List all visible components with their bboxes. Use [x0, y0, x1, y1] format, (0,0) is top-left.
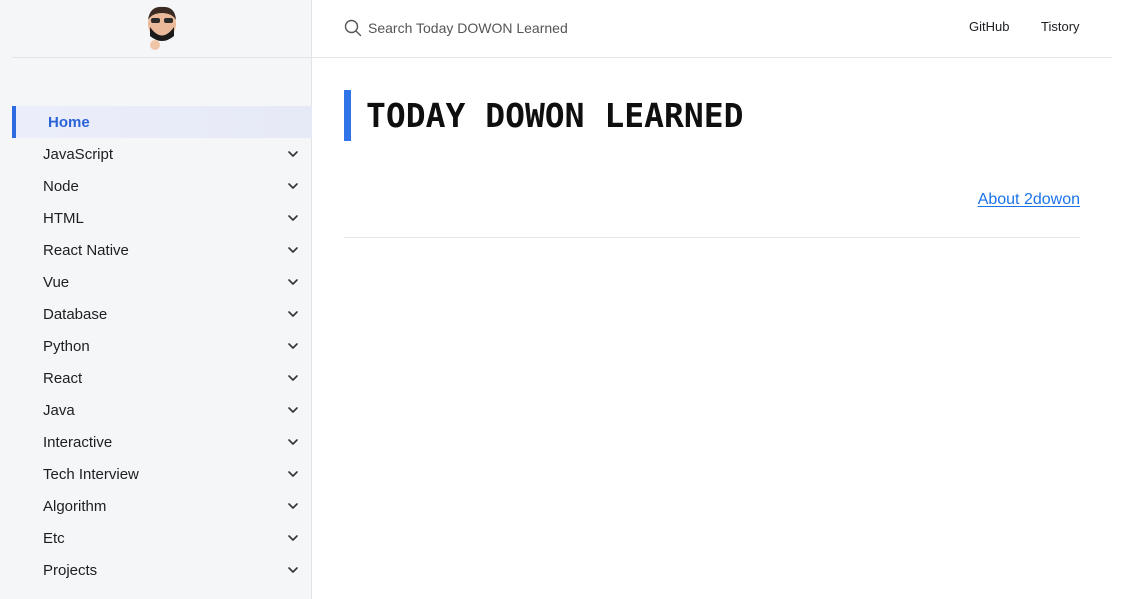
- chevron-down-icon[interactable]: [286, 563, 300, 577]
- about-link[interactable]: About 2dowon: [978, 191, 1080, 208]
- sidebar: Home JavaScript Node HTML React Native Vue Dat…: [0, 0, 312, 599]
- chevron-down-icon[interactable]: [286, 371, 300, 385]
- chevron-down-icon[interactable]: [286, 307, 300, 321]
- sidebar-item-javascript[interactable]: JavaScript: [0, 138, 312, 170]
- search-icon: [344, 19, 362, 37]
- sidebar-item-react[interactable]: React: [0, 362, 312, 394]
- chevron-down-icon[interactable]: [286, 179, 300, 193]
- chevron-down-icon[interactable]: [286, 147, 300, 161]
- main-content: TODAY DOWON LEARNED About 2dowon: [344, 58, 1080, 238]
- sidebar-item-label: Projects: [43, 561, 98, 579]
- top-bar: GitHub Tistory: [312, 0, 1112, 58]
- sidebar-item-java[interactable]: Java: [0, 394, 312, 426]
- sidebar-item-projects[interactable]: Projects: [0, 554, 312, 586]
- chevron-down-icon[interactable]: [286, 275, 300, 289]
- sidebar-item-vue[interactable]: Vue: [0, 266, 312, 298]
- sidebar-item-label: Database: [43, 305, 108, 323]
- sidebar-item-home[interactable]: Home: [12, 106, 312, 138]
- chevron-down-icon[interactable]: [286, 339, 300, 353]
- sidebar-item-label: React Native: [43, 241, 129, 259]
- sidebar-item-label: JavaScript: [43, 145, 114, 163]
- chevron-down-icon[interactable]: [286, 467, 300, 481]
- sidebar-item-html[interactable]: HTML: [0, 202, 312, 234]
- sidebar-item-label: Etc: [43, 529, 65, 547]
- about-row: About 2dowon: [344, 191, 1080, 219]
- chevron-down-icon[interactable]: [286, 435, 300, 449]
- sidebar-item-etc[interactable]: Etc: [0, 522, 312, 554]
- sidebar-item-label: Algorithm: [43, 497, 107, 515]
- sidebar-item-label: Python: [43, 337, 90, 355]
- chevron-down-icon[interactable]: [286, 243, 300, 257]
- page-title: TODAY DOWON LEARNED: [344, 90, 1080, 141]
- sidebar-item-label: HTML: [43, 209, 84, 227]
- tistory-link[interactable]: Tistory: [1041, 19, 1080, 34]
- search-input[interactable]: [368, 20, 628, 36]
- chevron-down-icon[interactable]: [286, 403, 300, 417]
- sidebar-item-node[interactable]: Node: [0, 170, 312, 202]
- sidebar-item-label: Tech Interview: [43, 465, 139, 483]
- sidebar-item-label: Interactive: [43, 433, 113, 451]
- sidebar-item-database[interactable]: Database: [0, 298, 312, 330]
- sidebar-nav: Home JavaScript Node HTML React Native Vue Dat…: [0, 106, 312, 586]
- avatar-logo-icon: [148, 6, 176, 50]
- content-divider: [344, 237, 1080, 238]
- chevron-down-icon[interactable]: [286, 211, 300, 225]
- sidebar-item-python[interactable]: Python: [0, 330, 312, 362]
- sidebar-item-algorithm[interactable]: Algorithm: [0, 490, 312, 522]
- sidebar-item-label: Node: [43, 177, 79, 195]
- sidebar-item-label: React: [43, 369, 83, 387]
- sidebar-item-interactive[interactable]: Interactive: [0, 426, 312, 458]
- site-logo[interactable]: [142, 4, 182, 54]
- sidebar-item-label: Home: [48, 113, 90, 131]
- sidebar-item-label: Java: [43, 401, 75, 419]
- search-box[interactable]: [344, 17, 644, 39]
- sidebar-item-react-native[interactable]: React Native: [0, 234, 312, 266]
- github-link[interactable]: GitHub: [969, 19, 1009, 34]
- sidebar-item-label: Vue: [43, 273, 70, 291]
- sidebar-item-tech-interview[interactable]: Tech Interview: [0, 458, 312, 490]
- sidebar-header: [12, 0, 312, 58]
- chevron-down-icon[interactable]: [286, 499, 300, 513]
- chevron-down-icon[interactable]: [286, 531, 300, 545]
